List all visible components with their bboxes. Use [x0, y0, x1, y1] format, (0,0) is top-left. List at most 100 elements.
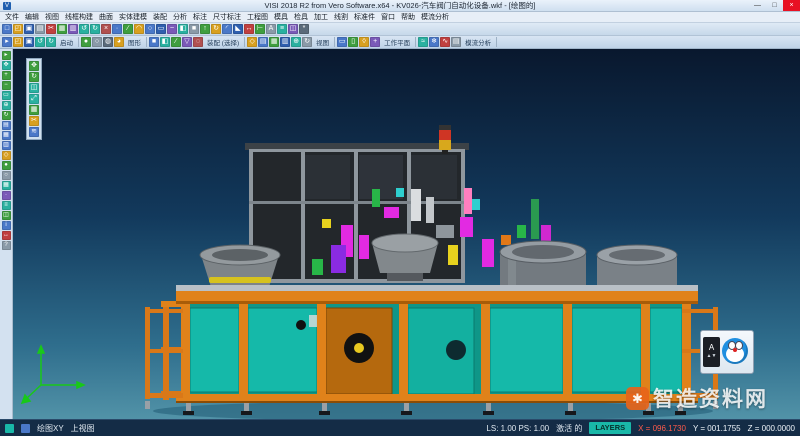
help-icon[interactable]: ?: [2, 241, 11, 250]
machine-enclosure[interactable]: [245, 143, 469, 283]
select-face-icon[interactable]: ◧: [160, 37, 170, 47]
workplane-yz-icon[interactable]: ▯: [348, 37, 358, 47]
wireframe-view-icon[interactable]: ○: [92, 37, 102, 47]
selection-filter-icon[interactable]: ▽: [182, 37, 192, 47]
measure-tool-icon[interactable]: ↔: [2, 231, 11, 240]
undo-icon[interactable]: ↺: [79, 24, 89, 34]
top-view-icon[interactable]: ▤: [2, 121, 11, 130]
cooling-analysis-icon[interactable]: ❄: [429, 37, 439, 47]
trim-icon[interactable]: ✂: [29, 116, 39, 126]
measure-icon[interactable]: ↔: [244, 24, 254, 34]
close-button[interactable]: ×: [783, 0, 800, 11]
extrude-icon[interactable]: ↑: [200, 24, 210, 34]
open-file-icon[interactable]: ◰: [13, 24, 23, 34]
zoom-window-icon[interactable]: ▭: [2, 91, 11, 100]
paste-icon[interactable]: ▥: [68, 24, 78, 34]
workplane-zx-icon[interactable]: ◊: [359, 37, 369, 47]
chamfer-icon[interactable]: ◣: [233, 24, 243, 34]
zoom-fit-icon[interactable]: ⊕: [2, 101, 11, 110]
grid-toggle-icon[interactable]: ▦: [2, 181, 11, 190]
viewport-canvas[interactable]: [13, 49, 800, 420]
mascot-icon[interactable]: [722, 338, 748, 366]
signal-tower[interactable]: [439, 125, 451, 154]
warp-analysis-icon[interactable]: ∿: [440, 37, 450, 47]
point-icon[interactable]: ·: [112, 24, 122, 34]
menu-item-0[interactable]: 文件: [2, 12, 22, 22]
menu-item-11[interactable]: 模具: [271, 12, 291, 22]
menu-item-12[interactable]: 检具: [291, 12, 311, 22]
menu-item-3[interactable]: 线框构建: [62, 12, 96, 22]
select-arrow-icon[interactable]: ▸: [2, 51, 11, 60]
offset-icon[interactable]: ≋: [29, 127, 39, 137]
snap-toggle-icon[interactable]: ·: [2, 191, 11, 200]
menu-item-15[interactable]: 标准件: [351, 12, 378, 22]
viewport[interactable]: [13, 49, 800, 420]
menu-item-2[interactable]: 视图: [42, 12, 62, 22]
new-file-icon[interactable]: □: [2, 24, 12, 34]
front-view-icon[interactable]: ▦: [269, 37, 279, 47]
machine-cabinet[interactable]: [176, 304, 698, 403]
undo-small-icon[interactable]: ↺: [35, 37, 45, 47]
select-edge-icon[interactable]: ∕: [171, 37, 181, 47]
menu-item-10[interactable]: 工程图: [244, 12, 271, 22]
surface-icon[interactable]: ◧: [178, 24, 188, 34]
workplane-xy-icon[interactable]: ▭: [337, 37, 347, 47]
mask-icon[interactable]: ◫: [288, 24, 298, 34]
line-icon[interactable]: ∕: [123, 24, 133, 34]
render-icon[interactable]: ◕: [114, 37, 124, 47]
iso-view-icon[interactable]: ◇: [2, 151, 11, 160]
menu-item-8[interactable]: 标注: [190, 12, 210, 22]
cut-icon[interactable]: ✂: [46, 24, 56, 34]
right-view-icon[interactable]: ▥: [280, 37, 290, 47]
minimize-button[interactable]: —: [749, 0, 766, 11]
select-icon[interactable]: ▸: [2, 37, 12, 47]
delete-icon[interactable]: ×: [101, 24, 111, 34]
circle-icon[interactable]: ○: [145, 24, 155, 34]
wireframe-toggle-icon[interactable]: ○: [2, 171, 11, 180]
layers-icon[interactable]: ≡: [277, 24, 287, 34]
rotate-view-icon[interactable]: ↻: [2, 111, 11, 120]
menu-item-6[interactable]: 装配: [150, 12, 170, 22]
print-icon[interactable]: ▤: [35, 24, 45, 34]
menu-item-18[interactable]: 模流分析: [418, 12, 452, 22]
menu-item-14[interactable]: 线割: [331, 12, 351, 22]
dimension-icon[interactable]: ⊢: [255, 24, 265, 34]
zoom-fit-icon[interactable]: ⊕: [291, 37, 301, 47]
spline-icon[interactable]: ~: [167, 24, 177, 34]
iso-view-icon[interactable]: ◇: [247, 37, 257, 47]
revolve-icon[interactable]: ↻: [211, 24, 221, 34]
zoom-in-icon[interactable]: +: [2, 71, 11, 80]
settings-icon[interactable]: *: [299, 24, 309, 34]
flow-analysis-icon[interactable]: ≈: [418, 37, 428, 47]
pan-icon[interactable]: ✥: [2, 61, 11, 70]
layers-button[interactable]: LAYERS: [589, 422, 631, 434]
front-view-icon[interactable]: ▦: [2, 131, 11, 140]
menu-item-17[interactable]: 帮助: [398, 12, 418, 22]
maximize-button[interactable]: □: [766, 0, 783, 11]
grid-status-icon[interactable]: [5, 424, 14, 433]
copy-icon[interactable]: ▦: [57, 24, 67, 34]
fillet-icon[interactable]: ◜: [222, 24, 232, 34]
zoom-out-icon[interactable]: −: [2, 81, 11, 90]
shade-toggle-icon[interactable]: ●: [2, 161, 11, 170]
report-icon[interactable]: ▤: [451, 37, 461, 47]
save-icon[interactable]: ▣: [24, 24, 34, 34]
scale-icon[interactable]: ⤢: [29, 94, 39, 104]
menu-item-1[interactable]: 编辑: [22, 12, 42, 22]
text-icon[interactable]: A: [266, 24, 276, 34]
solid-icon[interactable]: ■: [189, 24, 199, 34]
layers-panel-icon[interactable]: ≡: [2, 201, 11, 210]
move-icon[interactable]: ✥: [29, 61, 39, 71]
hide-part-icon[interactable]: ◌: [193, 37, 203, 47]
assembly-table[interactable]: [176, 285, 698, 304]
hidden-line-icon[interactable]: ◍: [103, 37, 113, 47]
mirror-icon[interactable]: ◫: [29, 83, 39, 93]
info-icon[interactable]: i: [2, 221, 11, 230]
rotate-icon[interactable]: ↻: [29, 72, 39, 82]
menu-item-13[interactable]: 加工: [311, 12, 331, 22]
workplane-custom-icon[interactable]: +: [370, 37, 380, 47]
menu-item-4[interactable]: 曲面: [96, 12, 116, 22]
menu-item-9[interactable]: 尺寸标注: [210, 12, 244, 22]
open-recent-icon[interactable]: ◰: [13, 37, 23, 47]
array-icon[interactable]: ▦: [29, 105, 39, 115]
